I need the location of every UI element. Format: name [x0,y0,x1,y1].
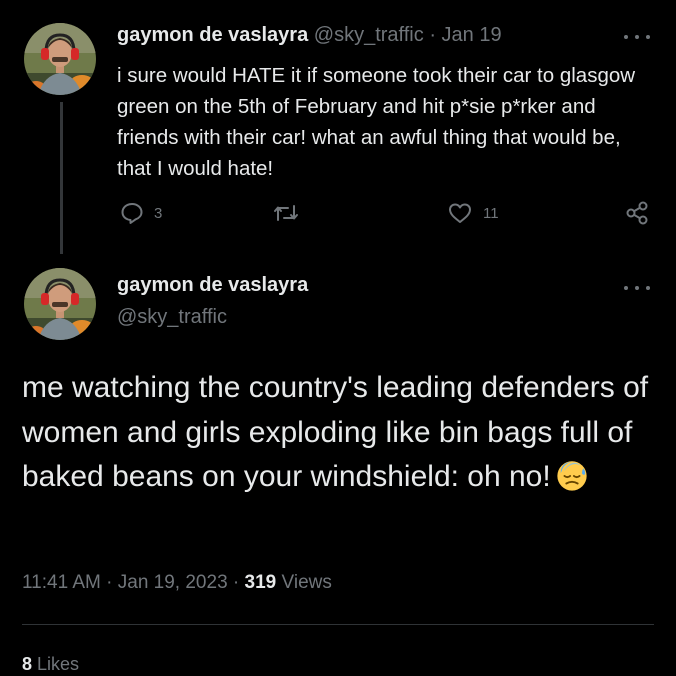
tweet-full-date[interactable]: Jan 19, 2023 [118,572,228,593]
avatar[interactable] [24,23,96,95]
heart-icon [449,203,471,223]
tweet-text: i sure would HATE it if someone took the… [117,64,636,180]
views-label: Views [281,572,332,593]
like-count: 11 [483,204,499,222]
thread-connector-line [60,102,63,254]
views-count: 319 [244,572,277,593]
likes-count: 8 [22,654,33,674]
display-name[interactable]: gaymon de vaslayra [117,272,308,298]
avatar-image [24,268,96,340]
divider [22,624,654,625]
handle[interactable]: @sky_traffic [117,304,227,330]
more-options-icon[interactable] [624,31,650,43]
tweet-text-body: me watching the country's leading defend… [22,366,662,500]
downcast-face-with-sweat-emoji-icon [557,461,587,491]
tweet-meta: 11:41 AM · Jan 19, 2023 · 319 Views [22,570,332,596]
like-button[interactable]: 11 [447,201,499,225]
retweet-icon [274,205,298,221]
avatar-image [24,23,96,95]
tweet-header: gaymon de vaslayra @sky_traffic · Jan 19 [117,22,502,48]
likes-label: Likes [37,654,80,674]
header-separator: · [429,24,436,46]
share-button[interactable] [624,200,650,226]
retweet-button[interactable] [273,201,309,225]
reply-count: 3 [154,204,163,222]
meta-separator: · [232,572,240,593]
tweet-time[interactable]: 11:41 AM [22,572,101,593]
reply-icon [121,203,143,224]
tweet-date[interactable]: Jan 19 [442,24,502,46]
share-icon [626,201,648,225]
handle[interactable]: @sky_traffic [314,24,424,46]
more-options-icon[interactable] [624,282,650,294]
display-name[interactable]: gaymon de vaslayra [117,24,308,46]
reply-button[interactable]: 3 [120,201,162,225]
meta-separator: · [106,572,113,593]
likes-summary[interactable]: 8 Likes [22,652,79,676]
avatar[interactable] [24,268,96,340]
